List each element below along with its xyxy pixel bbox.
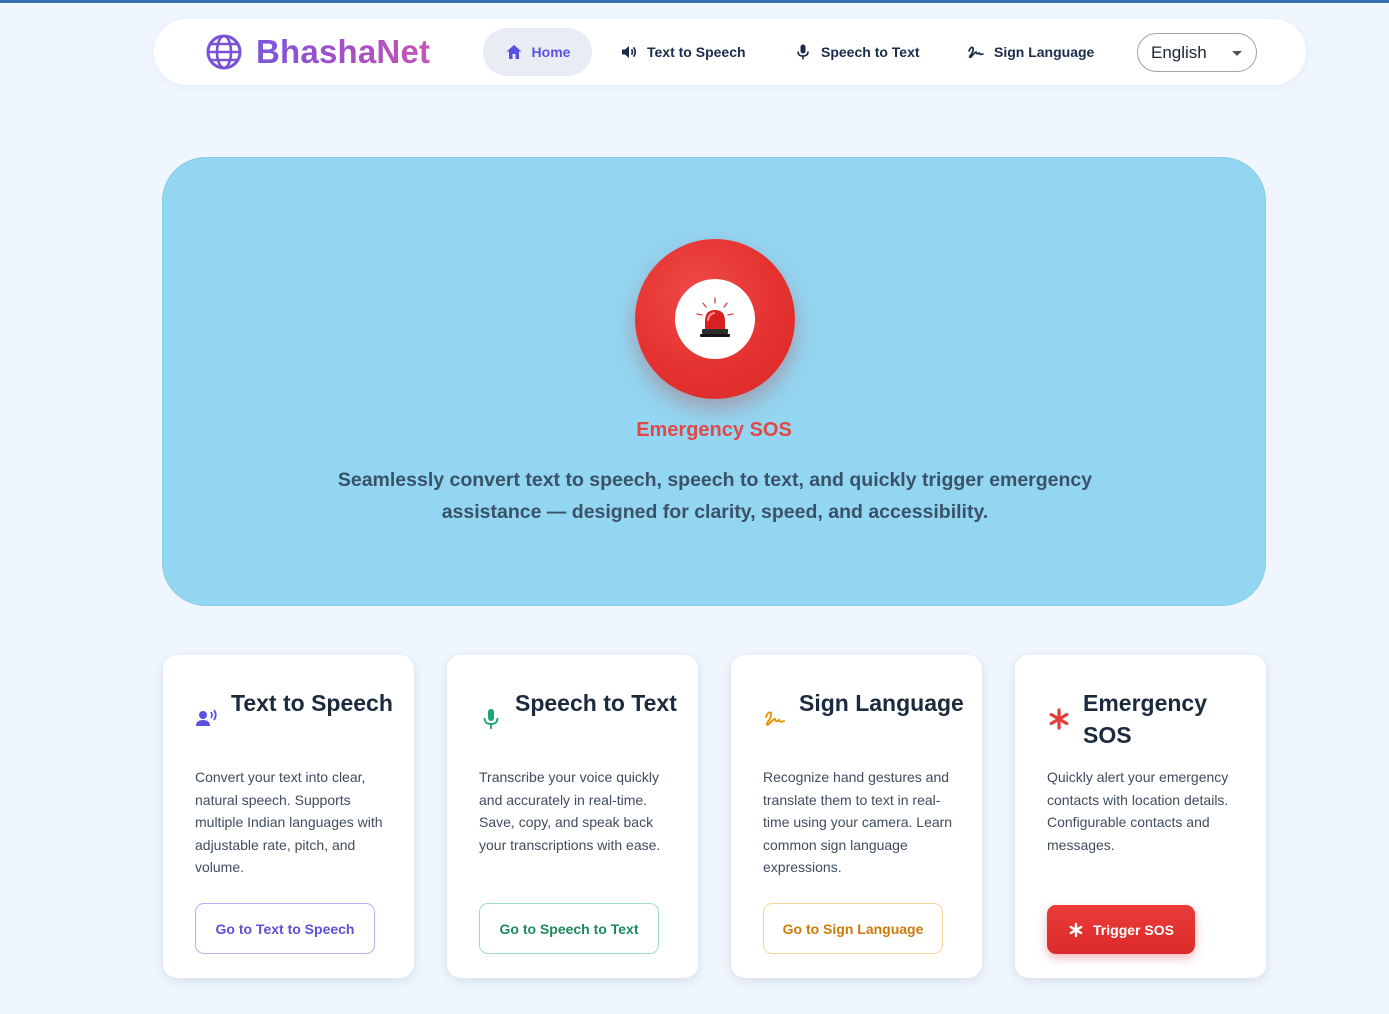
microphone-icon [797,44,809,60]
signature-icon [765,711,785,726]
card-description: Quickly alert your emergency contacts wi… [1047,769,1229,853]
globe-icon [206,34,242,70]
sos-inner-circle [675,279,755,359]
nav-sign-language[interactable]: Sign Language [967,28,1094,76]
go-to-speech-to-text-button[interactable]: Go to Speech to Text [479,903,659,954]
card-description: Recognize hand gestures and translate th… [763,769,953,875]
brand-name: BhashaNet [256,33,431,70]
hero-title: Emergency SOS [636,419,792,441]
nav-speech-to-text[interactable]: Speech to Text [794,28,920,76]
speaker-icon [622,46,637,58]
signature-icon [968,46,984,59]
card-description: Convert your text into clear, natural sp… [195,769,383,875]
chevron-down-icon [1232,51,1242,56]
language-selected: English [1151,42,1207,62]
nav-home[interactable]: Home [483,28,592,76]
asterisk-icon [1069,922,1083,937]
card-sign-language: Sign Language Recognize hand gestures an… [731,655,982,978]
hero-description: Seamlessly convert text to speech, speec… [337,469,1093,523]
language-select[interactable]: English [1137,33,1257,72]
siren-icon [696,297,734,337]
go-to-text-to-speech-button[interactable]: Go to Text to Speech [195,903,375,954]
card-description: Transcribe your voice quickly and accura… [479,769,661,853]
microphone-icon [483,709,499,729]
nav-stt-label: Speech to Text [821,44,920,60]
top-accent-line [0,0,1389,3]
hero-section: Emergency SOS Seamlessly convert text to… [162,157,1266,606]
card-title: Sign Language [799,690,964,716]
home-icon [506,45,522,59]
nav-home-label: Home [531,44,571,60]
brand-logo[interactable]: BhashaNet [206,33,430,71]
go-to-sign-language-button[interactable]: Go to Sign Language [763,903,943,954]
nav-tts-label: Text to Speech [647,44,746,60]
trigger-sos-label: Trigger SOS [1093,921,1174,938]
card-speech-to-text: Speech to Text Transcribe your voice qui… [447,655,698,978]
nav-sign-label: Sign Language [994,44,1095,60]
card-title: Speech to Text [515,690,677,716]
trigger-sos-button[interactable]: Trigger SOS [1047,905,1195,954]
speaking-person-icon [196,709,217,726]
card-emergency-sos: Emergency SOS Quickly alert your emergen… [1015,655,1266,978]
card-title: Emergency SOS [1083,690,1208,748]
sos-hero-button[interactable] [635,239,795,399]
asterisk-icon [1049,708,1069,730]
card-text-to-speech: Text to Speech Convert your text into cl… [163,655,414,978]
nav-text-to-speech[interactable]: Text to Speech [620,28,746,76]
navbar: BhashaNet Home Text to Speech Speech to … [154,19,1306,85]
card-title: Text to Speech [231,690,393,716]
